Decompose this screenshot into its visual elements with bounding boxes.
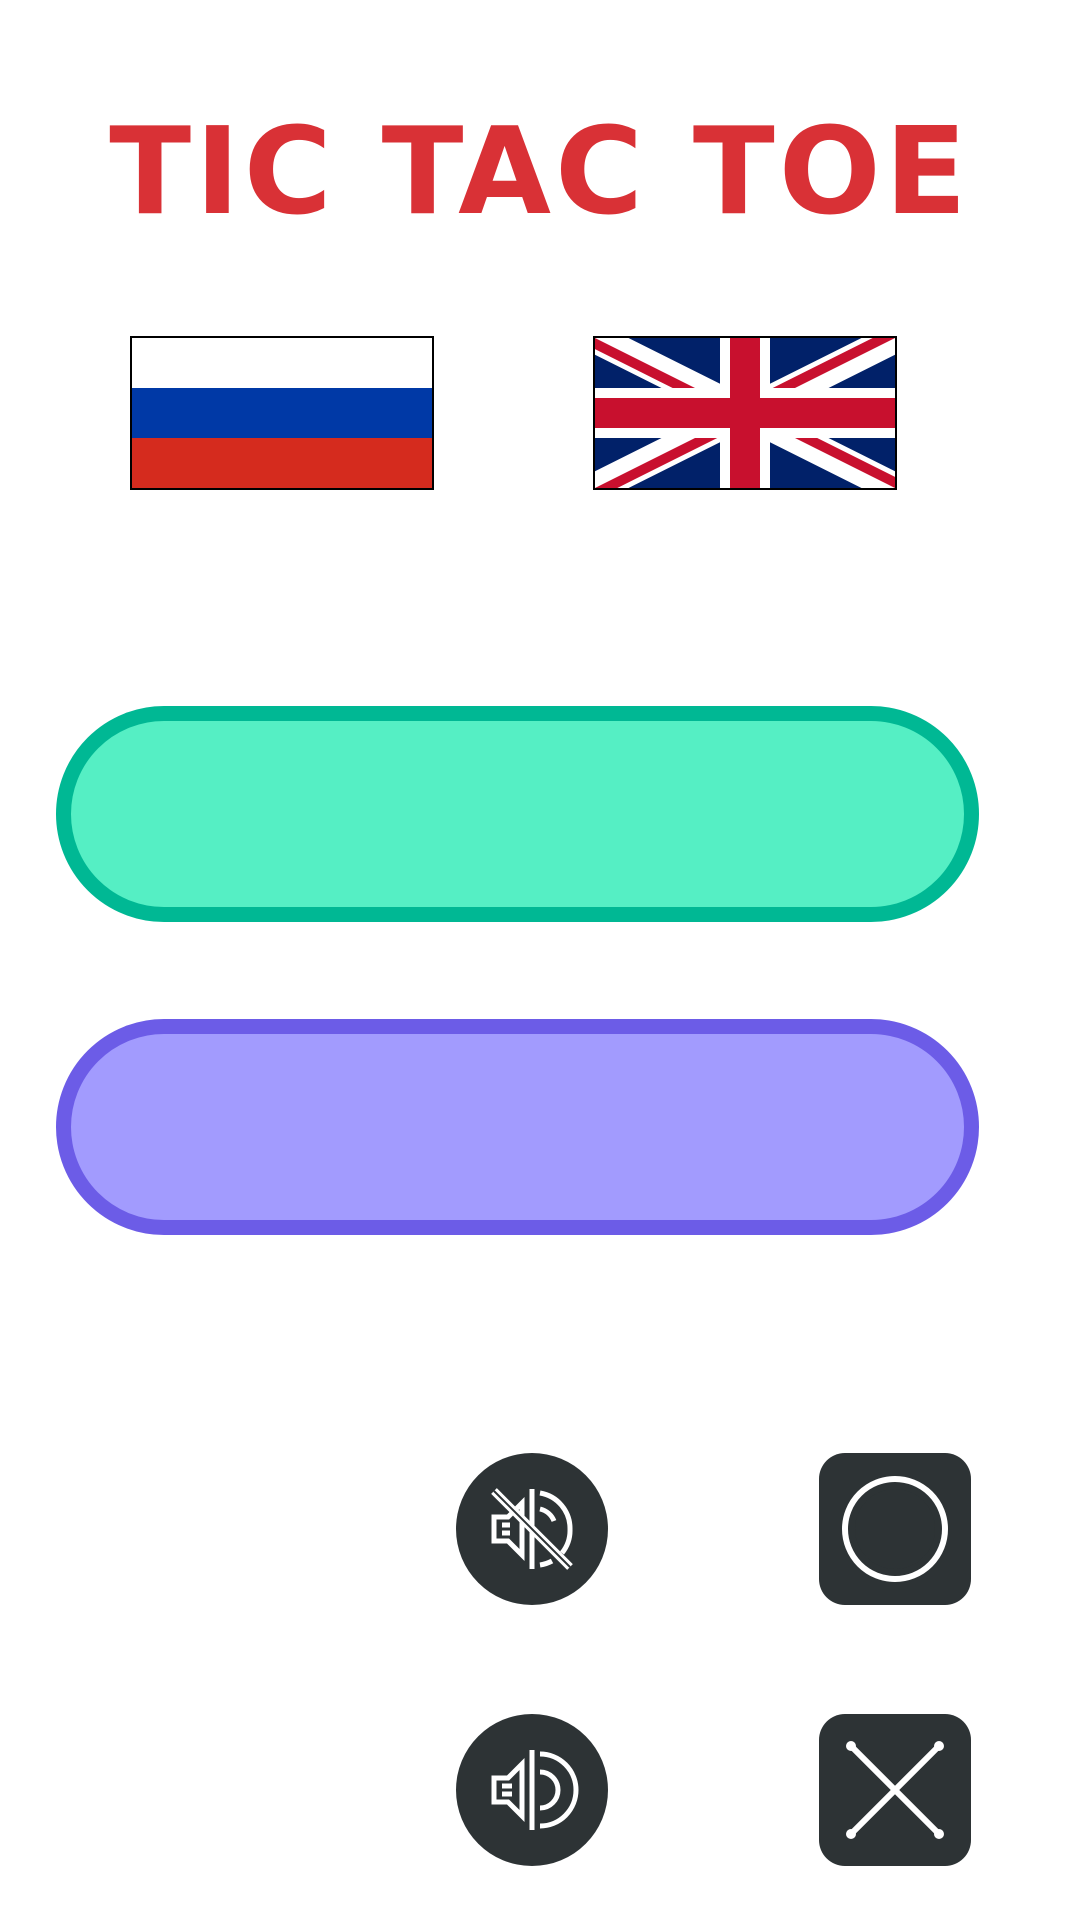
play-as-x-button[interactable]	[819, 1714, 971, 1866]
page-title: TIC TAC TOE	[109, 103, 971, 242]
uk-flag-icon	[595, 338, 895, 488]
sound-off-icon	[491, 1488, 573, 1570]
o-mark-icon	[842, 1476, 948, 1582]
x-mark-icon	[846, 1741, 944, 1839]
play-vs-computer-button[interactable]	[56, 706, 979, 922]
russia-flag-icon	[132, 338, 432, 488]
sound-on-button[interactable]	[456, 1714, 608, 1866]
sound-on-icon	[491, 1750, 579, 1830]
language-russian-button[interactable]	[130, 336, 434, 490]
sound-off-button[interactable]	[456, 1453, 608, 1605]
language-english-button[interactable]	[593, 336, 897, 490]
play-two-players-button[interactable]	[56, 1019, 979, 1235]
play-as-o-button[interactable]	[819, 1453, 971, 1605]
